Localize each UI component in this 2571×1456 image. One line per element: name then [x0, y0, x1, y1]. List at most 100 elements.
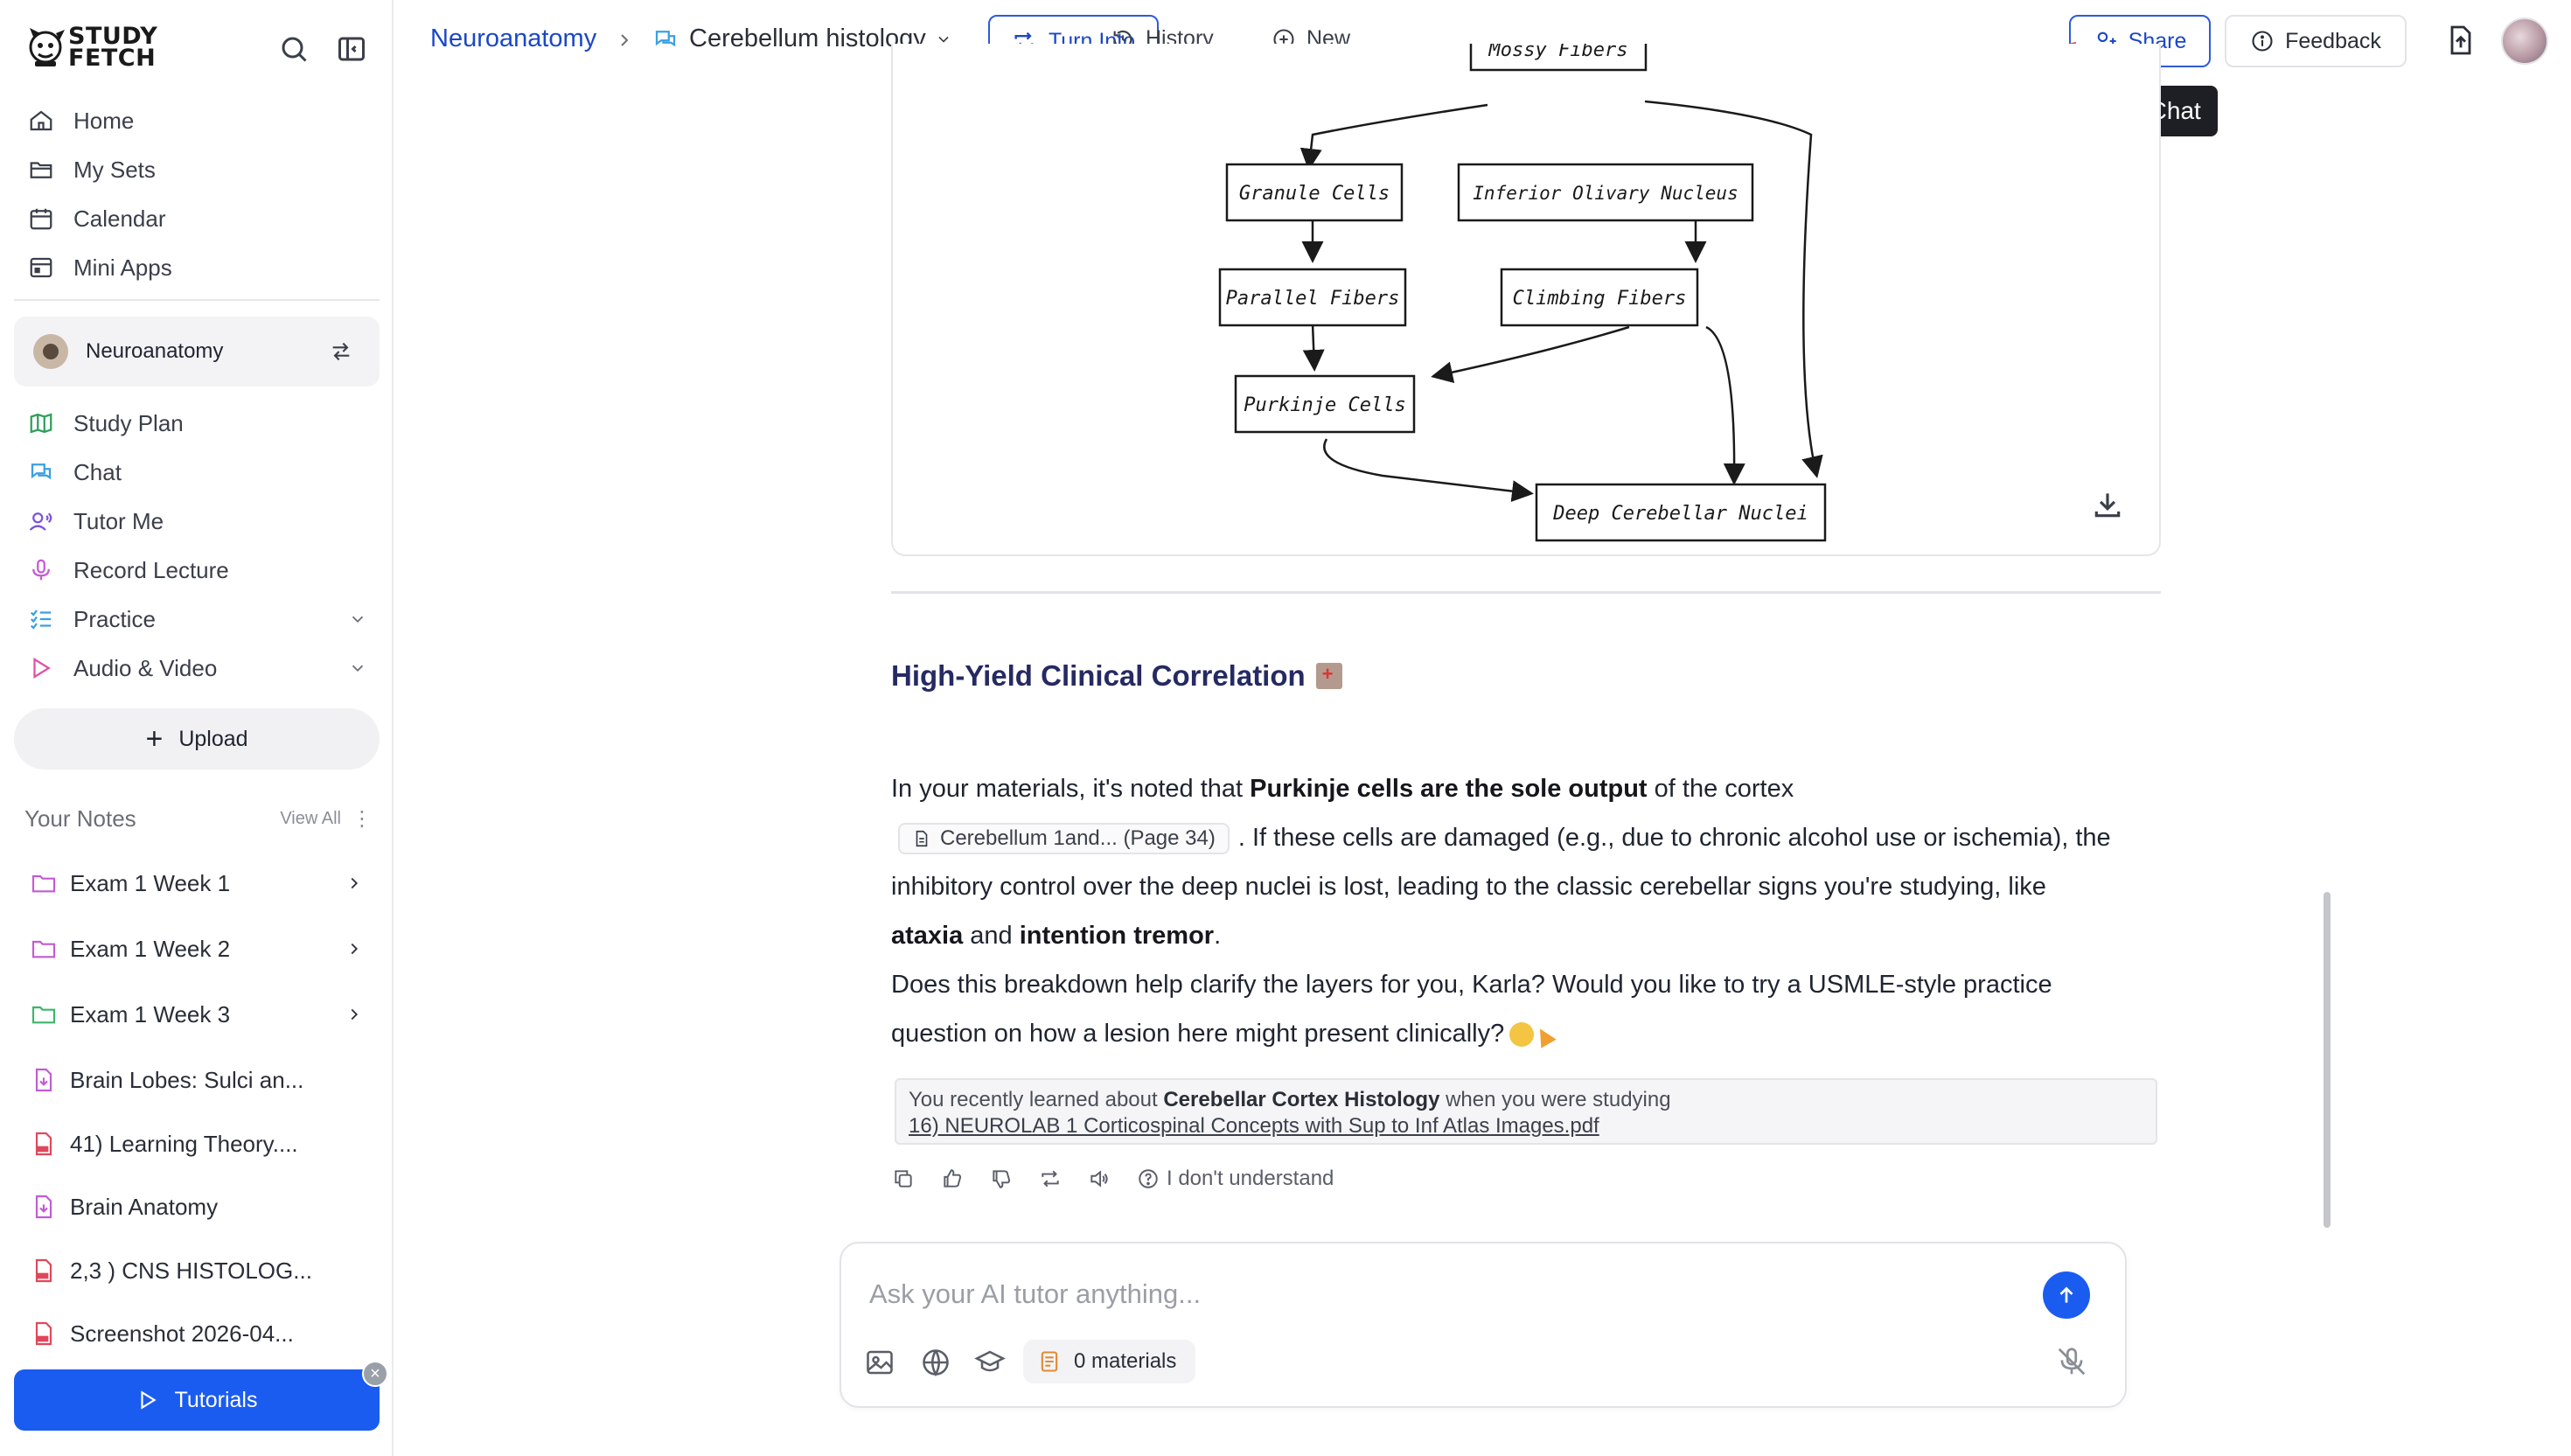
pdf-file-icon	[35, 1258, 52, 1283]
user-avatar[interactable]	[2501, 17, 2548, 65]
edge-mossy-granule	[1299, 103, 1488, 171]
workspace-name: Neuroanatomy	[86, 339, 224, 363]
view-all-link[interactable]: View All	[280, 809, 341, 829]
chevron-right-icon	[621, 34, 629, 46]
p5-text: Does this breakdown help clarify the lay…	[891, 971, 2052, 999]
message-line-3: inhibitory control over the deep nuclei …	[891, 862, 2161, 911]
sidebar-item-tutor-me[interactable]: Tutor Me	[14, 498, 380, 544]
citation-label: Cerebellum 1and... (Page 34)	[940, 826, 1216, 851]
chat-input[interactable]: Ask your AI tutor anything...	[869, 1278, 1201, 1310]
microphone-off-icon[interactable]	[2055, 1345, 2088, 1378]
edge-climbing-deep	[1705, 325, 1745, 485]
citation-chip[interactable]: Cerebellum 1and... (Page 34)	[898, 823, 1230, 855]
note-item[interactable]: 2,3 ) CNS HISTOLOG...	[14, 1244, 380, 1297]
chat-icon	[31, 463, 52, 480]
nav-calendar[interactable]: Calendar	[14, 196, 380, 241]
sidebar-divider	[14, 299, 380, 301]
recall-suffix: when you were studying	[1439, 1088, 1671, 1111]
regenerate-icon[interactable]	[1039, 1167, 1062, 1190]
node-olivary-label: Inferior Olivary Nucleus	[1473, 183, 1738, 204]
upload-button[interactable]: + Upload	[14, 708, 380, 770]
search-icon[interactable]	[278, 33, 310, 65]
nav-my-sets[interactable]: My Sets	[14, 147, 380, 192]
sidebar-item-label: Record Lecture	[73, 556, 229, 583]
sidebar-item-study-plan[interactable]: Study Plan	[14, 401, 380, 446]
map-icon	[30, 413, 52, 434]
node-climbing-label: Climbing Fibers	[1513, 288, 1687, 310]
note-label: 41) Learning Theory....	[70, 1130, 298, 1157]
node-deep-label: Deep Cerebellar Nuclei	[1552, 503, 1808, 525]
scrollbar[interactable]	[2324, 892, 2331, 1228]
note-folder-item[interactable]: Exam 1 Week 3	[14, 988, 380, 1041]
sidebar-item-label: Practice	[73, 605, 156, 632]
graduation-cap-icon[interactable]	[974, 1347, 1006, 1378]
breadcrumb-root[interactable]: Neuroanatomy	[430, 24, 596, 53]
thumbs-down-icon[interactable]	[990, 1167, 1013, 1190]
image-icon[interactable]	[864, 1347, 895, 1378]
note-folder-item[interactable]: Exam 1 Week 2	[14, 923, 380, 975]
note-item[interactable]: Brain Lobes: Sulci an...	[14, 1054, 380, 1106]
section-heading-text: High-Yield Clinical Correlation	[891, 659, 1306, 692]
recall-file-link[interactable]: 16) NEUROLAB 1 Corticospinal Concepts wi…	[909, 1114, 1599, 1138]
sidebar-item-label: Study Plan	[73, 409, 184, 436]
nav-calendar-label: Calendar	[73, 205, 166, 232]
sidebar-item-chat[interactable]: Chat	[14, 449, 380, 495]
recall-notice: You recently learned about Cerebellar Co…	[895, 1078, 2157, 1145]
sidebar-item-practice[interactable]: Practice	[14, 596, 380, 642]
nav-home[interactable]: Home	[14, 98, 380, 143]
collapse-sidebar-icon[interactable]	[336, 33, 367, 65]
note-item[interactable]: 41) Learning Theory....	[14, 1118, 380, 1170]
pdf-file-icon	[35, 1132, 52, 1156]
export-file-icon[interactable]	[2443, 23, 2478, 58]
nav-mini-apps[interactable]: Mini Apps	[14, 245, 380, 290]
globe-icon[interactable]	[920, 1347, 951, 1378]
download-icon[interactable]	[2091, 488, 2124, 521]
note-item[interactable]: Brain Anatomy	[14, 1181, 380, 1233]
nav-mini-apps-label: Mini Apps	[73, 254, 172, 281]
speaker-icon[interactable]	[1088, 1167, 1111, 1190]
note-label: Screenshot 2026-04...	[70, 1320, 294, 1347]
node-granule-label: Granule Cells	[1239, 183, 1390, 205]
sidebar-item-record-lecture[interactable]: Record Lecture	[14, 547, 380, 593]
calendar-icon	[30, 208, 52, 230]
sidebar: STUDY FETCH Home My Sets Calendar Mini A…	[0, 0, 394, 1456]
smile-emoji-icon	[1509, 1022, 1535, 1048]
message-line-6: question on how a lesion here might pres…	[891, 1009, 2161, 1058]
materials-button[interactable]: 0 materials	[1023, 1340, 1196, 1383]
p2-text: . If these cells are damaged (e.g., due …	[1237, 824, 2111, 852]
chevron-down-icon[interactable]	[348, 610, 367, 629]
workspace-selector[interactable]: Neuroanatomy	[14, 317, 380, 387]
notes-title: Your Notes	[24, 805, 136, 832]
copy-icon[interactable]	[892, 1167, 915, 1190]
more-options-icon[interactable]: ⋮	[352, 806, 373, 832]
folder-icon	[30, 162, 52, 178]
node-purkinje-label: Purkinje Cells	[1244, 394, 1405, 416]
play-icon	[140, 1390, 157, 1410]
document-icon	[916, 831, 928, 847]
note-folder-item[interactable]: Exam 1 Week 1	[14, 857, 380, 909]
section-heading: High-Yield Clinical Correlation	[891, 659, 1342, 693]
switch-arrows-icon[interactable]	[329, 339, 353, 364]
note-label: Exam 1 Week 3	[70, 1000, 231, 1028]
chevron-right-icon[interactable]	[345, 874, 364, 893]
tutorials-button[interactable]: Tutorials	[14, 1369, 380, 1431]
materials-label: 0 materials	[1074, 1349, 1177, 1373]
studyfetch-logo[interactable]: STUDY FETCH	[26, 24, 157, 70]
i-dont-understand-button[interactable]: I don't understand	[1137, 1167, 1334, 1191]
feedback-button[interactable]: Feedback	[2225, 15, 2407, 67]
note-item[interactable]: Screenshot 2026-04...	[14, 1307, 380, 1360]
chevron-right-icon[interactable]	[345, 1005, 364, 1024]
message-line-4: ataxia and intention tremor.	[891, 911, 2161, 960]
chevron-right-icon[interactable]	[345, 939, 364, 958]
thumbs-up-icon[interactable]	[941, 1167, 964, 1190]
workspace-avatar	[33, 334, 68, 369]
chevron-down-icon[interactable]	[348, 658, 367, 678]
logo-wordmark: STUDY FETCH	[68, 24, 157, 70]
recall-line-2: 16) NEUROLAB 1 Corticospinal Concepts wi…	[909, 1113, 2143, 1139]
sidebar-item-audio-video[interactable]: Audio & Video	[14, 645, 380, 691]
cerebellum-flowchart: Mossy Fibers Granule Cells Inferior Oliv…	[1218, 44, 1827, 542]
upload-label: Upload	[178, 726, 248, 751]
close-icon[interactable]: ×	[362, 1361, 388, 1387]
send-button[interactable]	[2043, 1271, 2090, 1319]
materials-list-icon	[1041, 1351, 1058, 1372]
